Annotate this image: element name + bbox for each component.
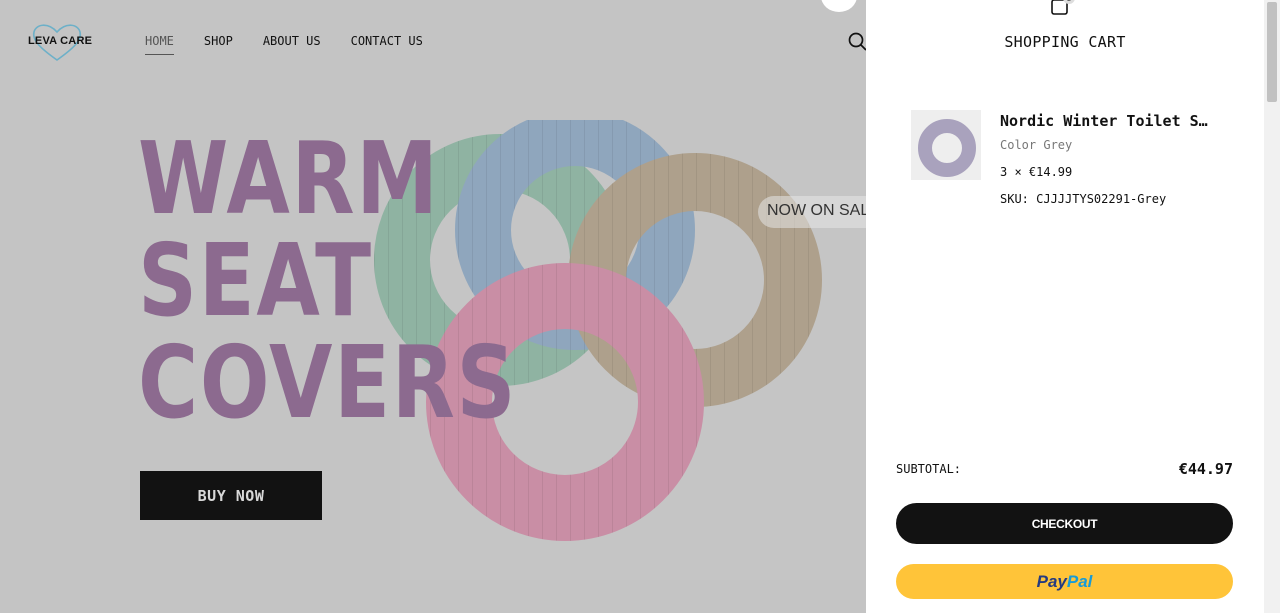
- scrollbar-thumb[interactable]: [1267, 2, 1277, 102]
- page-scrollbar[interactable]: [1264, 0, 1280, 613]
- nav-contact-us[interactable]: CONTACT US: [351, 34, 423, 55]
- cart-drawer: 3 SHOPPING CART Nordic Winter Toilet S… …: [866, 0, 1264, 613]
- hero-headline: WARM SEAT COVERS: [138, 128, 517, 434]
- cart-item-sku: SKU: CJJJJTYS02291-Grey: [1000, 192, 1167, 206]
- headline-line-3: COVERS: [138, 324, 518, 441]
- shopping-bag-icon: 3: [1051, 0, 1075, 15]
- subtotal-value: €44.97: [1178, 460, 1233, 478]
- cart-item-image[interactable]: [911, 110, 981, 180]
- cart-item-variant: Color Grey: [1000, 138, 1073, 152]
- paypal-logo-pal: Pal: [1066, 571, 1093, 591]
- headline-line-1: WARM: [138, 120, 440, 237]
- logo[interactable]: LEVA CARE: [26, 22, 92, 62]
- product-thumbnail-image: [911, 110, 981, 180]
- sale-badge: NOW ON SALE: [758, 196, 866, 228]
- page: LEVA CARE HOME SHOP ABOUT US CONTACT US: [0, 0, 1280, 613]
- headline-line-2: SEAT: [138, 222, 373, 339]
- close-cart-button[interactable]: [821, 0, 857, 12]
- checkout-button[interactable]: CHECKOUT: [896, 503, 1233, 544]
- nav-home[interactable]: HOME: [145, 34, 174, 55]
- paypal-button[interactable]: PayPal: [896, 564, 1233, 599]
- search-icon[interactable]: [848, 32, 868, 52]
- nav-shop[interactable]: SHOP: [204, 34, 233, 55]
- cart-item-name[interactable]: Nordic Winter Toilet S…: [1000, 112, 1208, 130]
- subtotal-label: SUBTOTAL:: [896, 462, 962, 476]
- cart-count: 3: [1067, 0, 1072, 3]
- main-nav: HOME SHOP ABOUT US CONTACT US: [145, 34, 423, 55]
- cart-title: SHOPPING CART: [1004, 33, 1126, 51]
- buy-now-button[interactable]: BUY NOW: [140, 471, 322, 520]
- paypal-logo-pay: Pay: [1036, 571, 1067, 591]
- cart-item-qty-price: 3 × €14.99: [1000, 165, 1073, 179]
- nav-about-us[interactable]: ABOUT US: [263, 34, 321, 55]
- logo-text: LEVA CARE: [28, 35, 93, 47]
